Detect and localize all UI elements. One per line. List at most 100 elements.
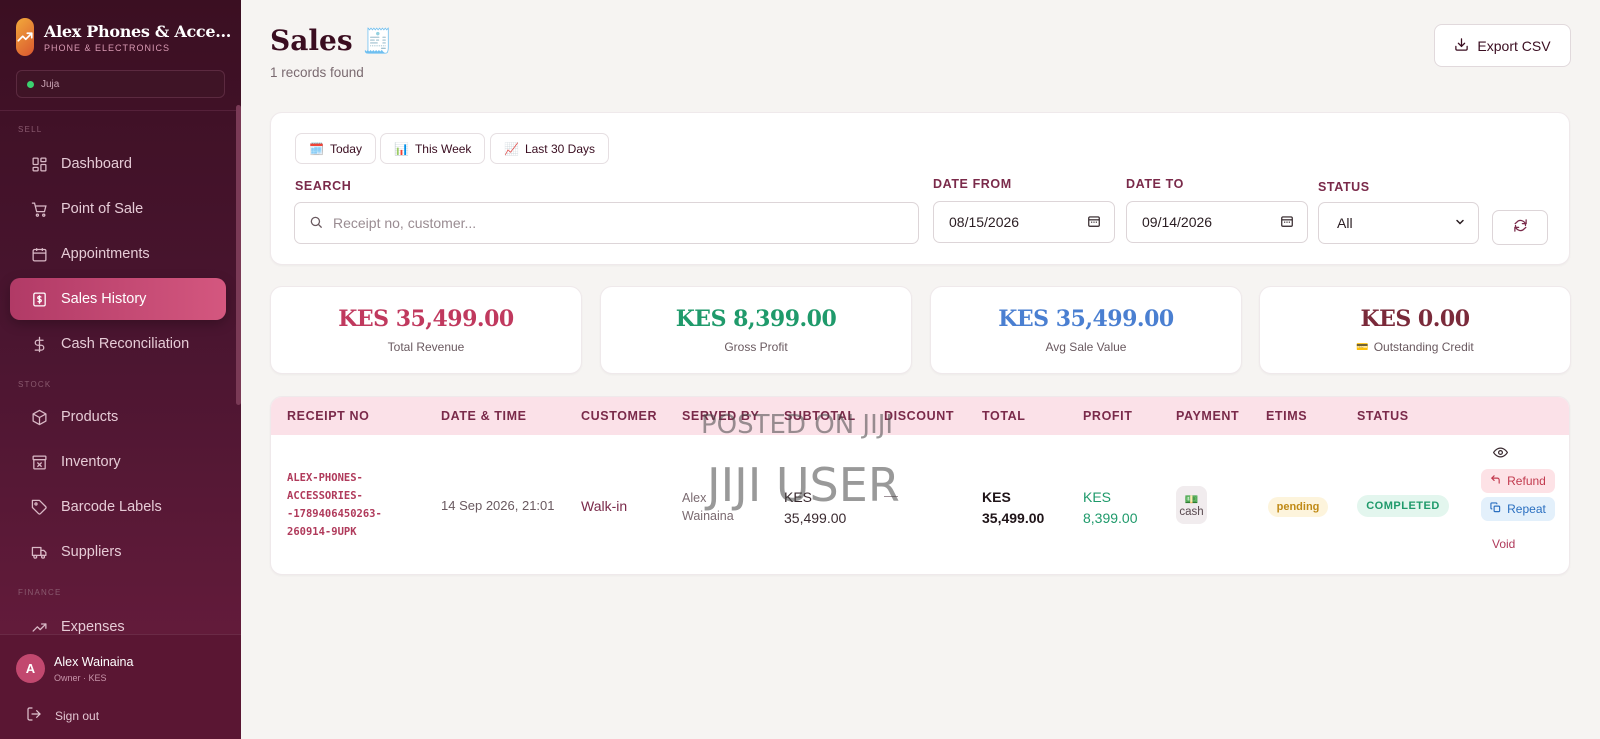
page-title-text: Sales xyxy=(270,24,353,57)
last-30-days-button[interactable]: 📈 Last 30 Days xyxy=(490,133,609,164)
status-label: STATUS xyxy=(1318,180,1370,194)
calendar-icon[interactable] xyxy=(1280,214,1294,231)
today-button[interactable]: 🗓️ Today xyxy=(295,133,376,164)
subtotal-line: 35,499.00 xyxy=(784,510,847,526)
column-header-served-by[interactable]: SERVED BY xyxy=(682,409,759,423)
receipt-line: ACCESSORIES- xyxy=(287,490,363,502)
sign-out-label: Sign out xyxy=(55,708,100,723)
stat-label-text: Outstanding Credit xyxy=(1373,340,1474,354)
receipt-number[interactable]: ALEX-PHONES- ACCESSORIES- -1789406450263… xyxy=(287,469,382,541)
column-header-receipt[interactable]: RECEIPT NO xyxy=(287,409,369,423)
repeat-button[interactable]: Repeat xyxy=(1481,497,1555,521)
sidebar: Alex Phones & Acce... PHONE & ELECTRONIC… xyxy=(0,0,241,739)
date-from-value: 08/15/2026 xyxy=(949,214,1020,230)
user-name: Alex Wainaina xyxy=(54,655,134,669)
status-badge: COMPLETED xyxy=(1357,495,1449,517)
copy-icon xyxy=(1490,502,1501,516)
receipt-icon: 🧾 xyxy=(362,26,393,55)
receipt-line: -1789406450263- xyxy=(287,508,382,520)
sidebar-item-label: Dashboard xyxy=(61,156,132,172)
search-input[interactable]: Receipt no, customer... xyxy=(294,202,919,244)
stat-gross-profit: KES 8,399.00 Gross Profit xyxy=(600,286,912,374)
brand[interactable]: Alex Phones & Acce... PHONE & ELECTRONIC… xyxy=(0,0,241,56)
truck-icon xyxy=(30,543,48,561)
date-to-label: DATE TO xyxy=(1126,177,1184,191)
sidebar-item-sales-history[interactable]: Sales History xyxy=(10,278,226,320)
eye-icon xyxy=(1492,447,1509,464)
table-header: RECEIPT NO DATE & TIME CUSTOMER SERVED B… xyxy=(271,397,1569,435)
section-label-stock: STOCK xyxy=(18,380,52,389)
online-status-dot xyxy=(27,80,34,88)
sidebar-item-dashboard[interactable]: Dashboard xyxy=(10,143,226,185)
column-header-payment[interactable]: PAYMENT xyxy=(1176,409,1239,423)
sign-out-button[interactable]: Sign out xyxy=(26,706,99,725)
grid-icon xyxy=(30,155,48,173)
section-label-finance: FINANCE xyxy=(18,588,62,597)
sidebar-item-label: Barcode Labels xyxy=(61,499,162,515)
this-week-label: This Week xyxy=(414,141,472,156)
branch-selector[interactable]: Juja xyxy=(16,70,225,98)
this-week-button[interactable]: 📊 This Week xyxy=(380,133,486,164)
column-header-profit[interactable]: PROFIT xyxy=(1083,409,1132,423)
column-header-total[interactable]: TOTAL xyxy=(982,409,1026,423)
last-30-days-label: Last 30 Days xyxy=(524,141,595,156)
total-line: 35,499.00 xyxy=(982,510,1045,526)
sales-table: RECEIPT NO DATE & TIME CUSTOMER SERVED B… xyxy=(270,396,1570,575)
date-from-input[interactable]: 08/15/2026 xyxy=(933,201,1115,243)
refund-button[interactable]: Refund xyxy=(1481,469,1555,493)
stat-outstanding-credit: KES 0.00 💳 Outstanding Credit xyxy=(1259,286,1571,374)
sale-datetime: 14 Sep 2026, 21:01 xyxy=(441,498,555,513)
column-header-customer[interactable]: CUSTOMER xyxy=(581,409,657,423)
sidebar-item-label: Appointments xyxy=(61,246,150,262)
payment-badge: 💵 cash xyxy=(1176,486,1207,524)
user-profile: A Alex Wainaina Owner · KES Sign out xyxy=(0,634,241,739)
date-to-input[interactable]: 09/14/2026 xyxy=(1126,201,1308,243)
brand-subtitle: PHONE & ELECTRONICS xyxy=(44,42,171,53)
payment-method: cash xyxy=(1179,505,1204,518)
stat-value: KES 0.00 xyxy=(1360,306,1470,332)
status-select[interactable]: All xyxy=(1318,202,1479,244)
sidebar-item-point-of-sale[interactable]: Point of Sale xyxy=(10,188,226,230)
customer-name: Walk-in xyxy=(581,498,628,514)
stat-label: Total Revenue xyxy=(387,340,465,354)
sidebar-item-products[interactable]: Products xyxy=(10,396,226,438)
sidebar-item-label: Sales History xyxy=(61,291,147,307)
cart-icon xyxy=(30,200,48,218)
records-count: 1 records found xyxy=(270,65,364,80)
download-icon xyxy=(1454,37,1469,55)
sidebar-item-inventory[interactable]: Inventory xyxy=(10,441,226,483)
column-header-status[interactable]: STATUS xyxy=(1357,409,1409,423)
export-csv-button[interactable]: Export CSV xyxy=(1434,24,1571,67)
column-header-etims[interactable]: ETIMS xyxy=(1266,409,1307,423)
void-button[interactable]: Void xyxy=(1492,537,1515,551)
logout-icon xyxy=(26,706,42,725)
search-icon xyxy=(309,215,323,232)
etims-badge: pending xyxy=(1268,497,1328,517)
chevron-down-icon xyxy=(1454,215,1466,231)
served-by-line: Alex xyxy=(682,491,707,505)
date-from-label: DATE FROM xyxy=(933,177,1012,191)
refresh-icon xyxy=(1513,218,1528,238)
status-value: All xyxy=(1337,215,1353,231)
column-header-subtotal[interactable]: SUBTOTAL xyxy=(784,409,856,423)
total-line: KES xyxy=(982,489,1011,505)
refund-label: Refund xyxy=(1507,474,1546,488)
calendar-icon[interactable] xyxy=(1087,214,1101,231)
sidebar-item-suppliers[interactable]: Suppliers xyxy=(10,531,226,573)
avatar[interactable]: A xyxy=(16,654,45,683)
view-button[interactable] xyxy=(1492,445,1509,465)
brand-name: Alex Phones & Acce... xyxy=(44,21,232,41)
total: KES 35,499.00 xyxy=(982,487,1044,529)
stat-label: 💳 Outstanding Credit xyxy=(1356,340,1474,354)
date-to-value: 09/14/2026 xyxy=(1142,214,1213,230)
sidebar-scrollbar[interactable] xyxy=(236,105,241,405)
receipt-line: ALEX-PHONES- xyxy=(287,472,363,484)
column-header-discount[interactable]: DISCOUNT xyxy=(884,409,954,423)
sidebar-item-appointments[interactable]: Appointments xyxy=(10,233,226,275)
column-header-date[interactable]: DATE & TIME xyxy=(441,409,527,423)
refresh-button[interactable] xyxy=(1492,210,1548,245)
sidebar-item-barcode-labels[interactable]: Barcode Labels xyxy=(10,486,226,528)
sidebar-item-cash-reconciliation[interactable]: Cash Reconciliation xyxy=(10,323,226,365)
export-label: Export CSV xyxy=(1477,37,1551,54)
sidebar-item-label: Inventory xyxy=(61,454,121,470)
